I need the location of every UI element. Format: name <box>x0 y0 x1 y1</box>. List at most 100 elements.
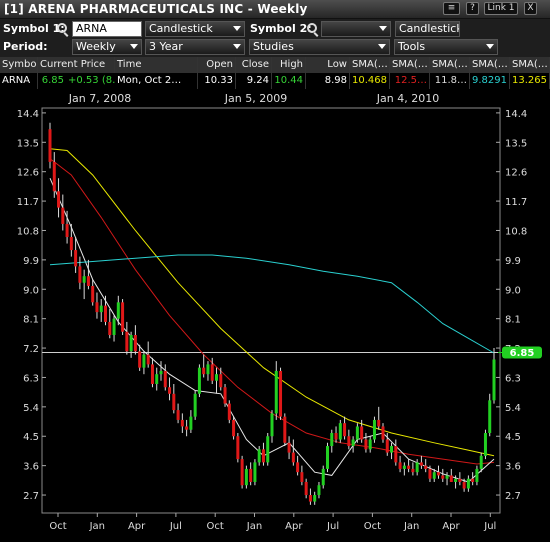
quote-header-sma-4[interactable]: SMA(… <box>470 57 510 73</box>
x-tick-label: Apr <box>128 521 146 532</box>
y-tick-label-right: 9.0 <box>505 285 521 296</box>
quote-value-sma-3: 11.8… <box>430 73 470 89</box>
help-button[interactable]: ? <box>466 2 479 15</box>
candle-body <box>142 354 146 368</box>
chevron-down-icon <box>233 44 241 49</box>
quote-header-close[interactable]: Close <box>236 57 272 73</box>
range-dropdown[interactable]: 3 Year <box>145 39 245 55</box>
tools-dropdown[interactable]: Tools <box>394 39 498 55</box>
candle-body <box>74 250 78 267</box>
x-tick-label: Jan <box>403 521 419 532</box>
candle-body <box>185 426 189 430</box>
candle-body <box>223 387 227 404</box>
link-button[interactable]: Link 1 <box>484 2 518 15</box>
candlestick-chart[interactable]: Jan 7, 2008 Jan 5, 2009 Jan 4, 2010 14.4 14.… <box>0 89 550 542</box>
quote-header-symbol[interactable]: Symbol <box>0 57 38 73</box>
candle-body <box>291 452 295 463</box>
candle-body <box>95 302 99 313</box>
candle-body <box>381 426 385 440</box>
candle-body <box>197 367 201 394</box>
candle-body <box>458 478 462 482</box>
candle-body <box>240 459 244 486</box>
candle-body <box>419 462 423 466</box>
chevron-down-icon <box>130 44 138 49</box>
candle-body <box>125 331 129 352</box>
candle-body <box>360 426 364 440</box>
candle-body <box>61 207 65 224</box>
y-tick-label-left: 5.4 <box>23 403 39 414</box>
candle-body <box>415 462 419 473</box>
candle-body <box>219 374 223 388</box>
quote-value-sma-2: 12.5… <box>390 73 430 89</box>
symbol2-input[interactable] <box>321 21 391 37</box>
price-chart[interactable]: Jan 7, 2008 Jan 5, 2009 Jan 4, 2010 14.4 14.… <box>0 89 550 542</box>
candle-body <box>82 276 86 283</box>
quote-header-sma-5[interactable]: SMA(… <box>510 57 550 73</box>
y-tick-label-left: 10.8 <box>17 226 39 237</box>
candle-body <box>308 495 312 502</box>
y-tick-label-left: 7.2 <box>23 344 39 355</box>
candle-body <box>57 191 61 208</box>
x-tick-label: Apr <box>285 521 303 532</box>
candle-body <box>343 423 347 437</box>
symbol2-label: Symbol 2: <box>250 22 312 35</box>
top-date-label: Jan 5, 2009 <box>224 92 287 105</box>
x-tick-label: Jul <box>169 521 182 532</box>
candle-body <box>257 449 261 463</box>
y-tick-label-right: 10.8 <box>505 226 527 237</box>
menu-button[interactable]: ≡ <box>443 2 460 15</box>
candle-body <box>112 318 116 335</box>
candle-body <box>52 161 56 192</box>
candle-body <box>402 465 406 469</box>
x-tick-label: Jul <box>326 521 339 532</box>
candle-body <box>163 370 167 388</box>
quote-table: Symbol Current Price Time Open Close High Low S… <box>0 57 550 89</box>
quote-header-sma-3[interactable]: SMA(… <box>430 57 470 73</box>
quote-header-open[interactable]: Open <box>198 57 236 73</box>
y-tick-label-left: 9.0 <box>23 285 39 296</box>
quote-header-sma-1[interactable]: SMA(… <box>350 57 390 73</box>
candle-body <box>274 370 278 414</box>
chart-type-dropdown[interactable]: Candlestick <box>145 21 245 37</box>
candle-body <box>483 432 487 456</box>
candle-body <box>394 446 398 463</box>
symbol1-search-icon[interactable] <box>57 23 67 33</box>
y-tick-label-right: 8.1 <box>505 315 521 326</box>
chevron-down-icon <box>378 44 386 49</box>
symbol1-input[interactable]: ARNA <box>72 21 142 37</box>
y-tick-label-right: 12.6 <box>505 168 527 179</box>
y-tick-label-left: 11.7 <box>17 197 39 208</box>
y-tick-label-right: 3.6 <box>505 462 521 473</box>
candle-body <box>279 370 283 417</box>
close-button[interactable]: X <box>524 2 537 15</box>
chevron-down-icon <box>379 26 387 31</box>
quote-header-low[interactable]: Low <box>306 57 350 73</box>
x-tick-label: Jan <box>89 521 105 532</box>
x-tick-label: Oct <box>49 521 66 532</box>
quote-header-current-price[interactable]: Current Price <box>38 57 115 73</box>
candle-body <box>206 364 210 375</box>
quote-header-time[interactable]: Time <box>115 57 198 73</box>
y-tick-label-left: 8.1 <box>23 315 39 326</box>
chart-type2-value: Candlestick <box>399 22 460 35</box>
top-date-label: Jan 4, 2010 <box>376 92 439 105</box>
y-tick-label-right: 4.5 <box>505 432 521 443</box>
range-value: 3 Year <box>149 40 183 53</box>
candle-body <box>99 305 103 313</box>
quote-header-sma-2[interactable]: SMA(… <box>390 57 430 73</box>
period-dropdown[interactable]: Weekly <box>72 39 142 55</box>
studies-dropdown[interactable]: Studies <box>249 39 390 55</box>
candle-body <box>172 393 176 411</box>
candle-body <box>266 436 270 463</box>
toolbar: Symbol 1: ARNA Candlestick Symbol 2: Can… <box>0 19 550 57</box>
candle-body <box>210 364 214 381</box>
candle-body <box>65 223 69 238</box>
candle-body <box>150 364 154 384</box>
candle-body <box>475 468 479 482</box>
quote-header-high[interactable]: High <box>272 57 306 73</box>
chart-background <box>0 89 550 542</box>
candle-body <box>492 359 496 401</box>
chart-type2-dropdown[interactable]: Candlestick <box>395 21 460 37</box>
symbol2-search-icon[interactable] <box>307 23 317 33</box>
quote-value-change: +0.53 (8… <box>66 73 115 89</box>
